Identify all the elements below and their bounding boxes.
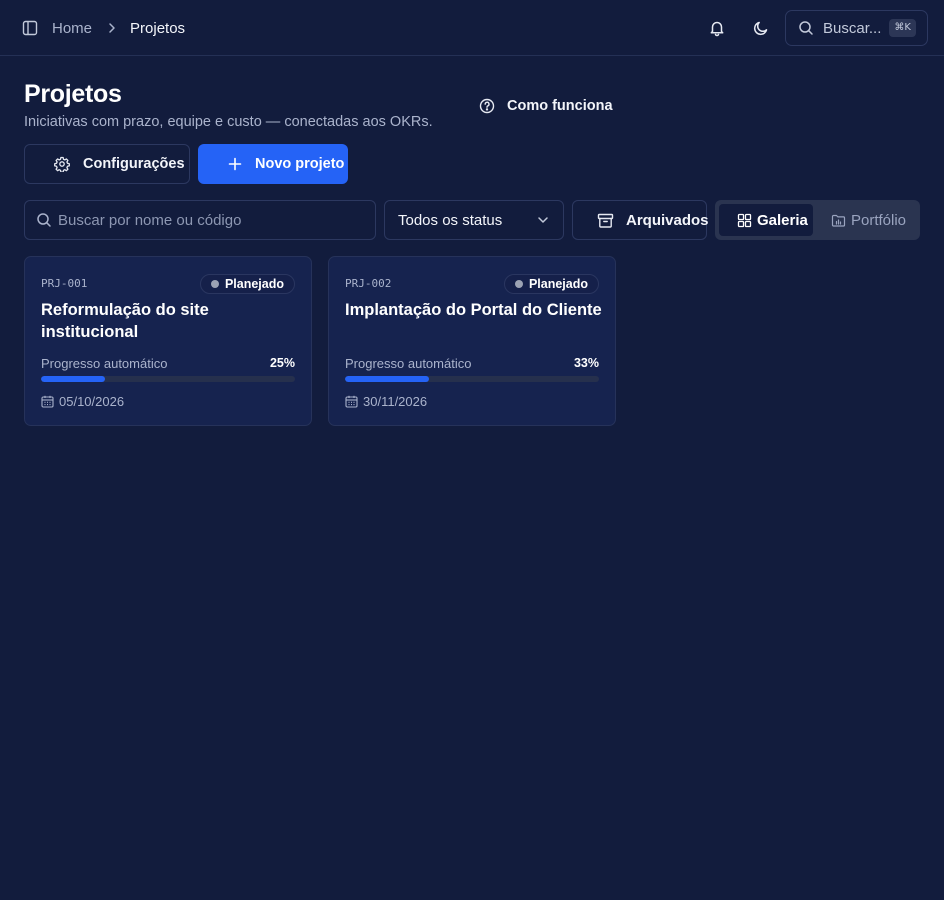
- project-search-field: [24, 200, 376, 240]
- settings-button-label: Configurações: [83, 156, 185, 172]
- view-gallery-label: Galeria: [757, 211, 808, 229]
- search-icon: [25, 212, 52, 228]
- breadcrumb-current: Projetos: [130, 19, 186, 37]
- help-circle-icon: [479, 98, 495, 114]
- view-portfolio-label: Portfólio: [851, 211, 907, 229]
- gear-icon: [38, 156, 70, 172]
- status-filter-select[interactable]: Todos os status: [384, 200, 564, 240]
- status-filter-value: Todos os status: [398, 211, 503, 229]
- settings-button[interactable]: Configurações: [24, 144, 190, 184]
- progress-bar: [41, 376, 295, 382]
- archive-icon: [585, 212, 614, 229]
- project-due-date: 30/11/2026: [345, 393, 427, 409]
- project-code: PRJ-002: [345, 277, 392, 290]
- chevron-right-icon: [105, 21, 119, 35]
- project-title: Reformulação do site institucional: [41, 301, 209, 341]
- progress-label: Progresso automático: [41, 356, 168, 371]
- global-search-label: Buscar...: [823, 19, 882, 37]
- breadcrumb-home-link[interactable]: Home: [52, 20, 92, 37]
- top-bar: Home Projetos Buscar... ⌘K: [0, 0, 944, 56]
- plus-icon: [211, 157, 242, 171]
- project-card[interactable]: PRJ-001 Planejado Reformulação do site i…: [24, 256, 312, 426]
- project-due-date-value: 05/10/2026: [59, 393, 125, 409]
- status-badge: Planejado: [199, 274, 295, 294]
- page-subtitle: Iniciativas com prazo, equipe e custo — …: [24, 114, 433, 130]
- project-search-input[interactable]: [58, 205, 358, 235]
- status-badge: Planejado: [503, 274, 599, 294]
- project-code: PRJ-001: [41, 277, 88, 290]
- view-portfolio-tab[interactable]: Portfólio: [815, 204, 916, 236]
- how-it-works-label: Como funciona: [507, 98, 613, 114]
- view-gallery-tab[interactable]: Galeria: [719, 204, 813, 236]
- project-card[interactable]: PRJ-002 Planejado Implantação do Portal …: [328, 256, 616, 426]
- status-badge-label: Planejado: [224, 277, 284, 291]
- archived-button-label: Arquivados: [626, 211, 709, 229]
- project-title: Implantação do Portal do Cliente: [345, 301, 602, 319]
- progress-bar-fill: [41, 376, 105, 382]
- search-icon: [798, 20, 814, 36]
- sidebar-toggle-icon[interactable]: [22, 20, 38, 36]
- progress-percent: 33%: [573, 356, 599, 370]
- status-dot: [210, 280, 219, 288]
- global-search-button[interactable]: Buscar... ⌘K: [785, 10, 928, 46]
- project-due-date: 05/10/2026: [41, 393, 124, 409]
- chevron-down-icon: [536, 213, 550, 227]
- calendar-icon: [41, 395, 59, 408]
- how-it-works-link[interactable]: Como funciona: [479, 97, 613, 115]
- moon-icon[interactable]: [752, 19, 770, 37]
- grid-icon: [724, 213, 752, 228]
- folder-chart-icon: [820, 213, 846, 228]
- progress-bar-fill: [345, 376, 429, 382]
- progress-percent: 25%: [269, 356, 295, 370]
- breadcrumb: Home Projetos: [52, 18, 185, 38]
- view-toggle: Galeria Portfólio: [715, 200, 920, 240]
- new-project-button[interactable]: Novo projeto: [198, 144, 348, 184]
- page-title: Projetos: [24, 80, 122, 108]
- project-due-date-value: 30/11/2026: [363, 393, 428, 409]
- bell-icon[interactable]: [708, 19, 726, 37]
- keyboard-shortcut-badge: ⌘K: [889, 19, 916, 37]
- calendar-icon: [345, 395, 363, 408]
- new-project-button-label: Novo projeto: [255, 156, 345, 172]
- status-dot: [514, 280, 523, 288]
- progress-bar: [345, 376, 599, 382]
- status-badge-label: Planejado: [528, 277, 588, 291]
- progress-label: Progresso automático: [345, 356, 472, 371]
- archived-button[interactable]: Arquivados: [572, 200, 709, 240]
